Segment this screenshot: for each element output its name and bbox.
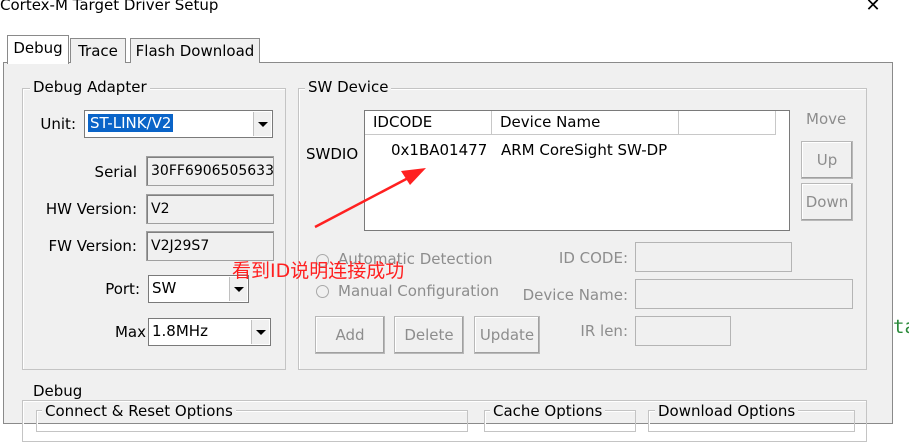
ir-len-label: IR len: xyxy=(580,322,628,340)
chevron-down-icon[interactable] xyxy=(251,320,269,344)
max-clock-select[interactable]: 1.8MHz xyxy=(148,318,271,346)
manual-configuration-radio[interactable] xyxy=(316,285,329,298)
move-label: Move xyxy=(806,110,847,128)
tab-trace[interactable]: Trace xyxy=(70,38,126,63)
id-code-label: ID CODE: xyxy=(558,249,628,267)
chevron-down-icon[interactable] xyxy=(253,112,271,136)
sw-device-label: SW Device xyxy=(305,78,392,96)
add-button[interactable]: Add xyxy=(315,316,385,354)
column-header-spacer xyxy=(679,111,776,135)
move-up-button[interactable]: Up xyxy=(801,141,853,179)
background-code-text: ta xyxy=(893,316,909,338)
window-title: Cortex-M Target Driver Setup xyxy=(0,0,219,14)
port-label: Port: xyxy=(105,280,140,298)
unit-select[interactable]: ST-LINK/V2 xyxy=(84,110,273,138)
row-device-name: ARM CoreSight SW-DP xyxy=(501,141,668,159)
manual-configuration-label: Manual Configuration xyxy=(338,282,500,300)
serial-label: Serial xyxy=(94,163,137,181)
unit-label: Unit: xyxy=(40,115,76,133)
annotation-text: 看到ID说明连接成功 xyxy=(232,260,405,282)
tab-flash-download[interactable]: Flash Download xyxy=(130,38,260,63)
connect-reset-label: Connect & Reset Options xyxy=(42,402,236,420)
ir-len-field[interactable] xyxy=(635,316,731,346)
cache-options-label: Cache Options xyxy=(490,402,606,420)
column-header-device-name[interactable]: Device Name xyxy=(492,111,679,135)
delete-button[interactable]: Delete xyxy=(394,316,464,354)
close-icon[interactable]: ✕ xyxy=(862,0,884,16)
port-value: SW xyxy=(152,279,177,297)
annotation-arrow-icon xyxy=(314,168,426,229)
tab-debug[interactable]: Debug xyxy=(7,35,69,64)
move-down-button[interactable]: Down xyxy=(801,183,853,221)
unit-value: ST-LINK/V2 xyxy=(88,114,174,132)
max-clock-value: 1.8MHz xyxy=(152,322,208,340)
column-header-idcode[interactable]: IDCODE xyxy=(365,111,492,135)
serial-field: 30FF6906505633 xyxy=(146,156,274,186)
debug-adapter-label: Debug Adapter xyxy=(30,78,150,96)
row-idcode: 0x1BA01477 xyxy=(391,141,488,159)
id-code-field[interactable] xyxy=(635,242,792,272)
hw-version-label: HW Version: xyxy=(45,200,137,218)
max-clock-label: Max xyxy=(114,323,146,341)
hw-version-field: V2 xyxy=(146,194,274,224)
download-options-label: Download Options xyxy=(655,402,799,420)
debug-options-label: Debug xyxy=(30,382,86,400)
update-button[interactable]: Update xyxy=(474,316,540,354)
device-name-label: Device Name: xyxy=(522,286,628,304)
device-name-field[interactable] xyxy=(635,279,853,309)
fw-version-label: FW Version: xyxy=(48,237,137,255)
